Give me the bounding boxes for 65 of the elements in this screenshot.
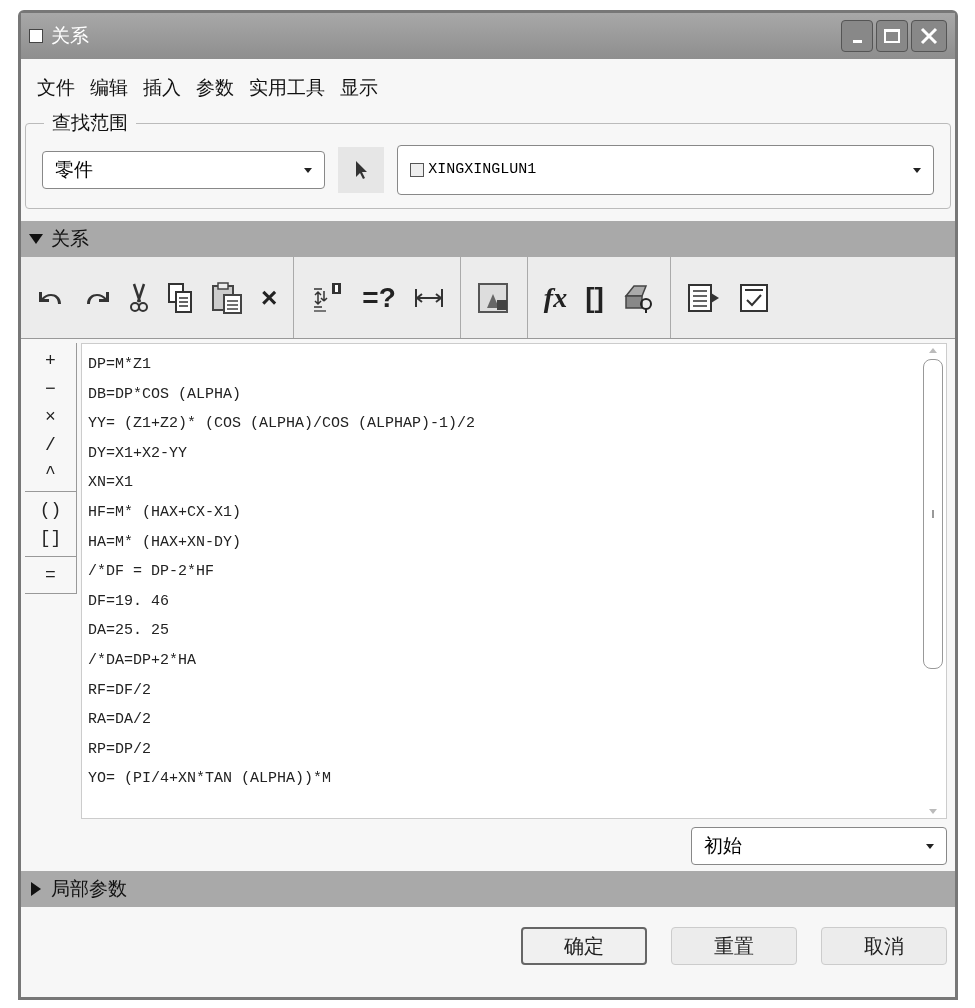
menu-item[interactable]: 插入 [143,73,181,103]
model-dropdown[interactable]: XINGXINGLUN1 [397,145,934,195]
paste-icon[interactable] [211,280,243,315]
relation-line: DA=25. 25 [88,621,170,642]
scroll-down-icon [929,809,937,814]
relation-line: DY=X1+X2-YY [88,443,189,464]
operator-button[interactable]: × [25,403,76,431]
relation-line: YY= (Z1+Z2)* (COS (ALPHA)/COS (ALPHAP)-1)/2 [88,414,477,435]
section-title: 局部参数 [51,876,127,901]
expanded-triangle-icon [29,232,43,246]
operator-button[interactable]: [] [25,524,76,552]
copy-icon[interactable] [167,281,193,314]
section-header[interactable]: 局部参数 [21,871,955,907]
function-button[interactable]: fx [543,283,568,312]
section-header[interactable]: 关系 [21,221,955,257]
measure-icon[interactable] [413,286,444,309]
menu-item[interactable]: 编辑 [90,73,128,103]
menu-item[interactable]: 实用工具 [249,73,325,103]
dropdown-arrow-icon [913,167,921,173]
part-icon [410,163,425,177]
dialog-button[interactable]: 确定 [521,927,647,965]
collapsed-triangle-icon [29,882,43,896]
dropdown-arrow-icon [304,167,313,173]
relation-line: DP=M*Z1 [88,355,152,375]
operator-button[interactable]: () [25,496,76,524]
close-button[interactable] [911,20,947,52]
relation-line: XN=X1 [88,473,134,494]
menu-item[interactable]: 显示 [340,73,378,103]
scroll-up-icon [929,348,937,353]
checklist-icon[interactable] [738,282,769,313]
window-title: 关系 [51,23,89,48]
relation-line: DB=DP*COS (ALPHA) [88,384,243,405]
relation-line: HA=M* (HAX+XN-DY) [88,532,243,553]
scissors-icon[interactable] [129,281,149,314]
close-icon [919,26,939,46]
toolbar-button[interactable]: =? [362,283,396,312]
operator-button[interactable]: / [25,431,76,459]
pointer-icon [354,160,369,180]
relation-line: RA=DA/2 [88,710,152,731]
relation-line: YO= (PI/4+XN*TAN (ALPHA))*M [88,769,333,790]
operator-button[interactable]: + [25,347,76,375]
relation-line: DF=19. 46 [88,591,170,612]
dialog-button[interactable]: 取消 [821,927,947,965]
maximize-button[interactable] [876,20,908,52]
dialog-button[interactable]: 重置 [671,927,797,965]
toolbar-button[interactable]: × [261,283,278,312]
select-button[interactable] [338,147,385,193]
operator-button[interactable]: = [25,561,76,589]
toolbar-button[interactable]: [] [585,283,604,312]
relation-line: HF=M* (HAX+CX-X1) [88,502,243,523]
menu-item[interactable]: 文件 [37,73,75,103]
minimize-button[interactable] [841,20,873,52]
relation-line: RF=DF/2 [88,680,152,701]
type-dropdown[interactable]: 零件 [42,151,326,189]
window-icon [29,29,43,43]
operator-button[interactable]: ^ [25,459,76,487]
relation-line: /*DF = DP-2*HF [88,562,216,583]
operator-button[interactable]: − [25,375,76,403]
relation-line: RP=DP/2 [88,739,152,760]
menu-item[interactable]: 参数 [196,73,234,103]
list-icon[interactable] [686,282,721,313]
dropdown-arrow-icon [926,843,934,849]
units-dropdown[interactable]: 初始 [691,827,947,865]
section-title: 关系 [51,226,89,251]
relation-line: /*DA=DP+2*HA [88,650,198,671]
